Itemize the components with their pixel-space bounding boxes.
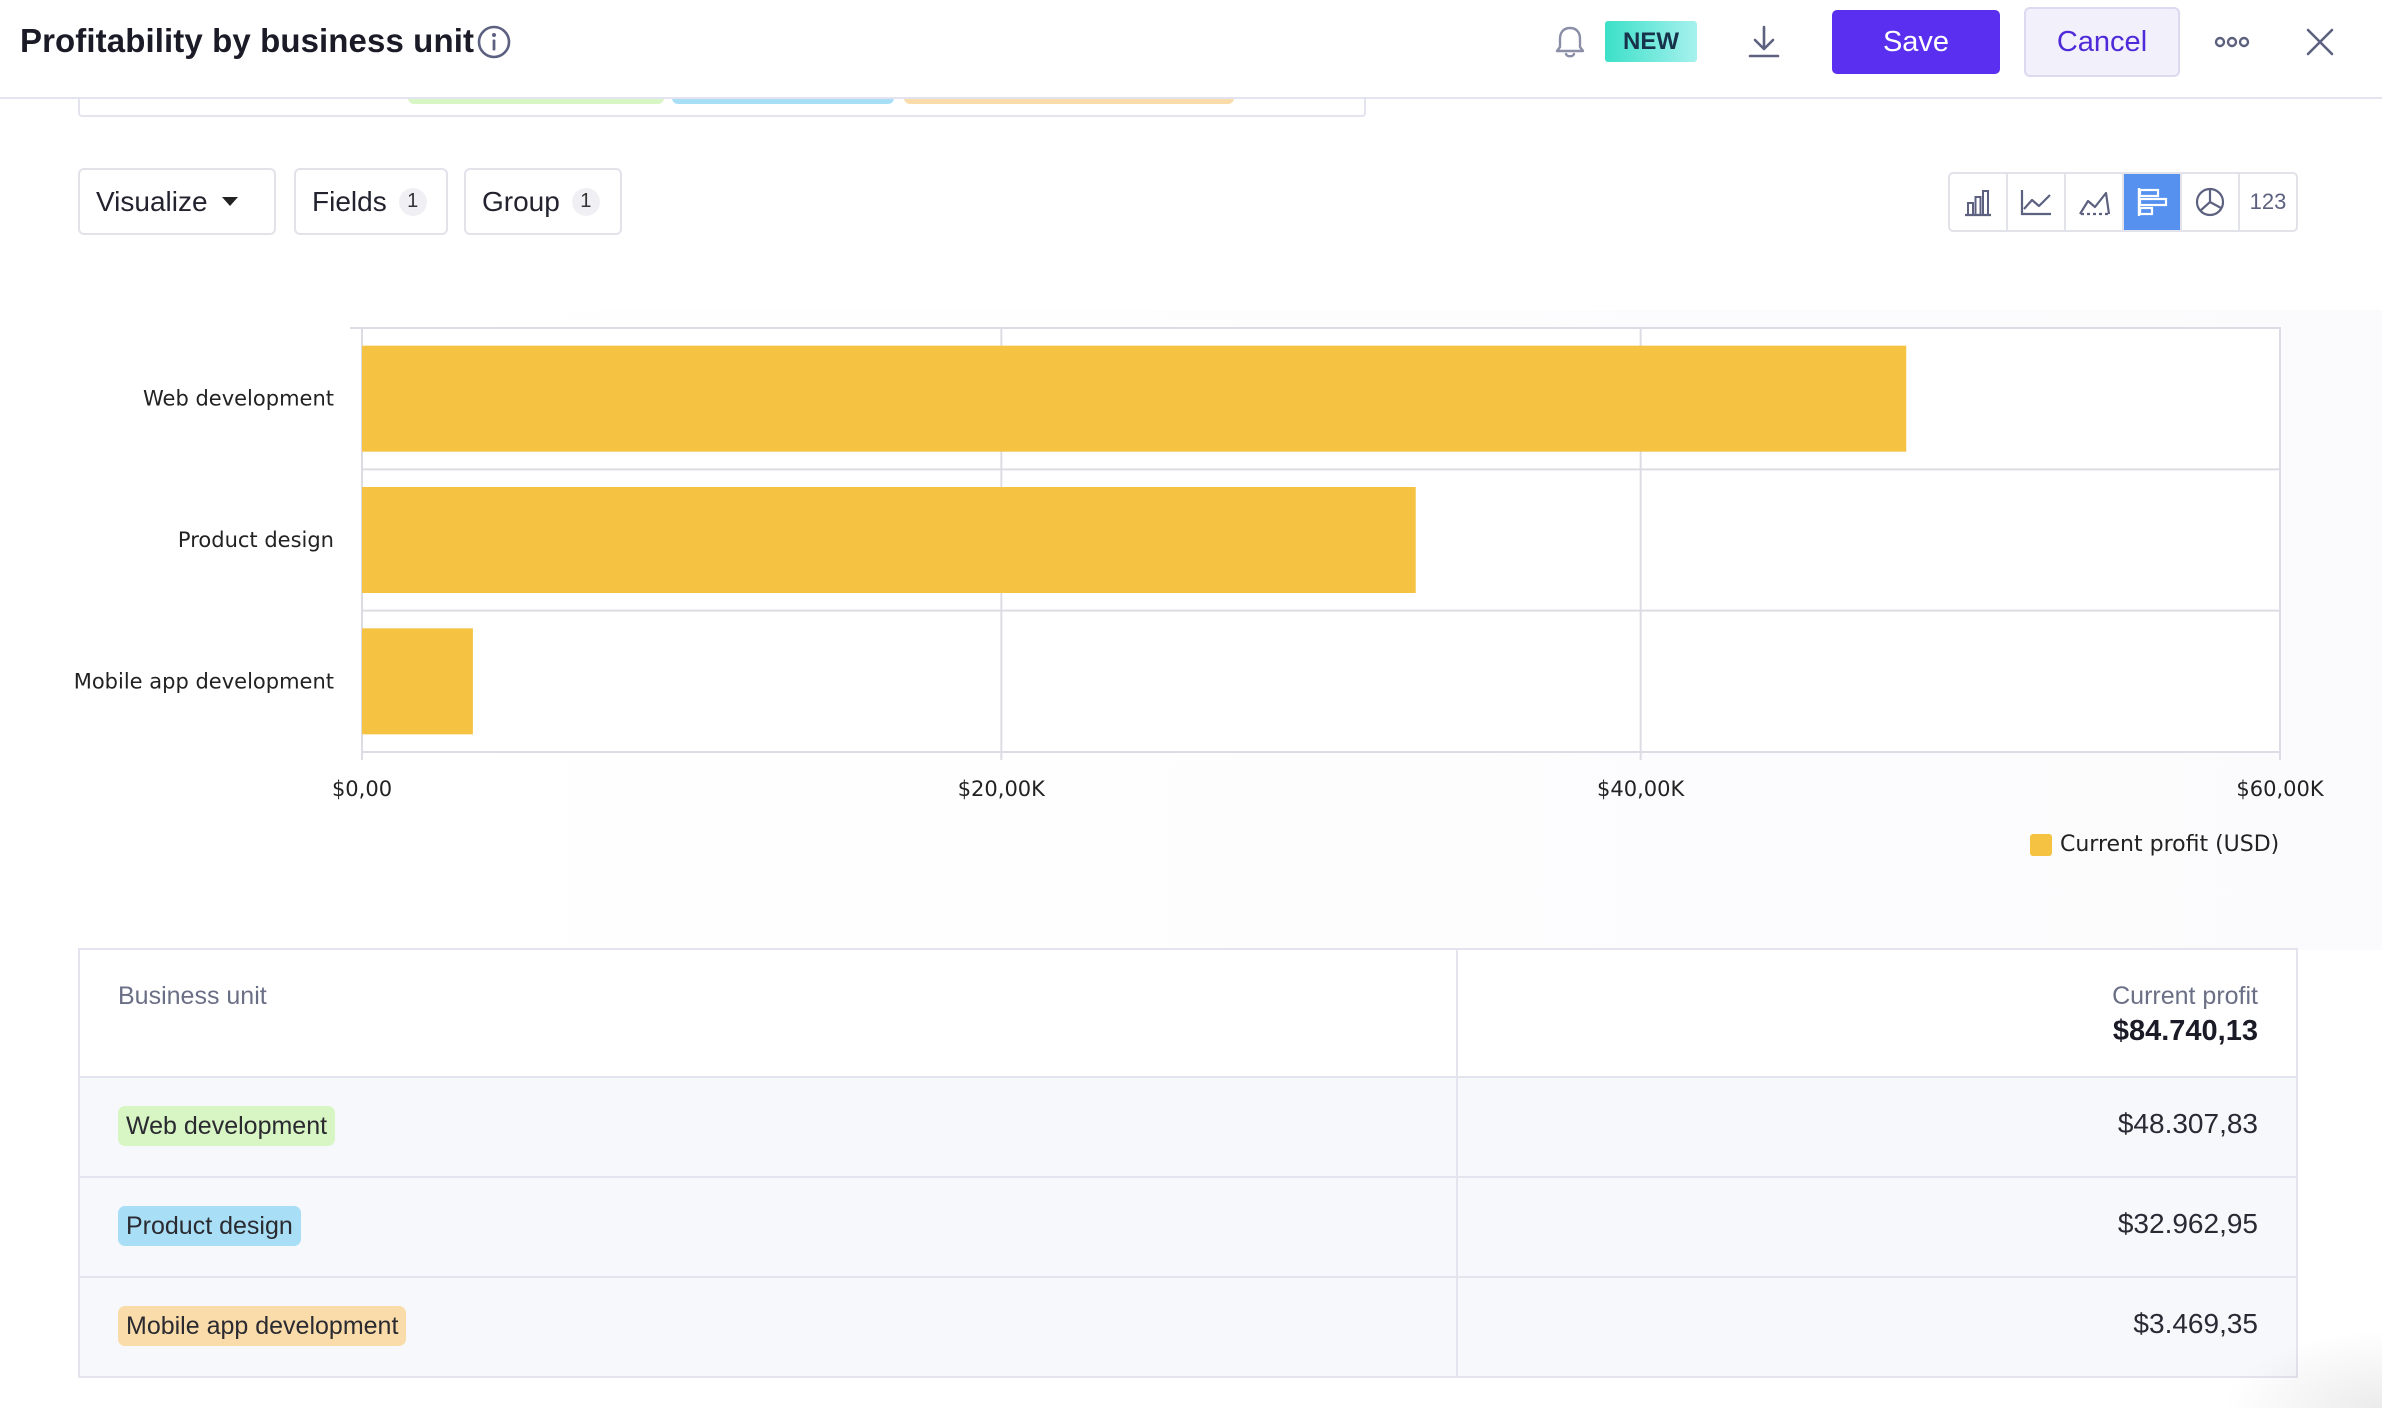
business-unit-tag: Mobile app development [118,1306,407,1346]
chart-type-area[interactable] [2066,174,2124,230]
x-tick-label: $40,00K [1597,777,1685,801]
visualize-dropdown[interactable]: Visualize [78,168,276,235]
fields-button[interactable]: Fields 1 [294,168,448,235]
new-badge: NEW [1605,21,1697,62]
bar-web-development [362,345,1907,452]
close-icon[interactable] [2302,24,2338,60]
data-table: Business unit Current profit $84.740,13 … [78,948,2298,1378]
table-row[interactable]: Product design $32.962,95 [80,1178,2296,1278]
pie-chart-icon [2195,187,2225,217]
y-category-label: Product design [178,528,334,552]
x-tick-label: $0,00 [332,777,392,801]
legend-swatch [2030,833,2052,856]
column-header-business-unit[interactable]: Business unit [118,982,267,1011]
group-button[interactable]: Group 1 [464,168,622,235]
visualize-label: Visualize [96,185,208,217]
report-editor: Profitability by business unit NEW Save … [0,0,2382,1408]
chart-type-line[interactable] [2008,174,2066,230]
business-unit-tag: Product design [118,1206,301,1246]
profit-value: $32.962,95 [2117,1208,2258,1239]
chart-type-horizontal-bar[interactable] [2124,174,2182,230]
download-icon[interactable] [1744,22,1784,62]
table-row[interactable]: Mobile app development $3.469,35 [80,1278,2296,1378]
profit-value: $48.307,83 [2117,1108,2258,1139]
table-row[interactable]: Web development $48.307,83 [80,1078,2296,1178]
cancel-button[interactable]: Cancel [2024,7,2180,77]
page-title: Profitability by business unit [20,22,475,59]
fields-label: Fields [312,185,387,217]
column-header-current-profit[interactable]: Current profit [2112,982,2258,1011]
legend-label: Current profit (USD) [2060,832,2280,857]
caret-down-icon [221,197,238,206]
group-label: Group [482,185,560,217]
bar-mobile-app-development [362,628,473,735]
chart-legend: Current profit (USD) [2030,832,2279,857]
table-header: Business unit Current profit $84.740,13 [80,950,2296,1078]
chart-type-bar[interactable] [1950,174,2008,230]
scroll-shadow [2222,1330,2382,1408]
line-chart-icon [2020,190,2051,216]
total-profit: $84.740,13 [2112,1015,2258,1047]
horizontal-bar-chart: $0,00 $20,00K $40,00K $60,00K Web developmen… [74,327,2325,801]
fields-count-badge: 1 [398,187,427,216]
area-chart-icon [2079,191,2111,216]
group-count-badge: 1 [571,187,600,216]
bar-chart-icon [1965,190,1991,217]
y-category-label: Web development [143,387,334,411]
y-category-label: Mobile app development [74,669,334,693]
more-options-icon[interactable] [2212,24,2252,60]
bar-product-design [362,487,1416,593]
header-bar: Profitability by business unit NEW Save … [0,0,2382,99]
chart-type-switcher: 123 [1948,172,2298,232]
info-icon[interactable] [476,24,512,60]
business-unit-tag: Web development [118,1106,336,1146]
save-button[interactable]: Save [1832,10,2000,74]
x-tick-label: $60,00K [2236,777,2324,801]
chart-type-number[interactable]: 123 [2240,174,2296,230]
bell-icon[interactable] [1550,22,1590,62]
horizontal-bar-chart-icon [2137,188,2168,216]
chart-type-pie[interactable] [2182,174,2240,230]
x-tick-label: $20,00K [958,777,1046,801]
column-divider [1456,950,1458,1376]
